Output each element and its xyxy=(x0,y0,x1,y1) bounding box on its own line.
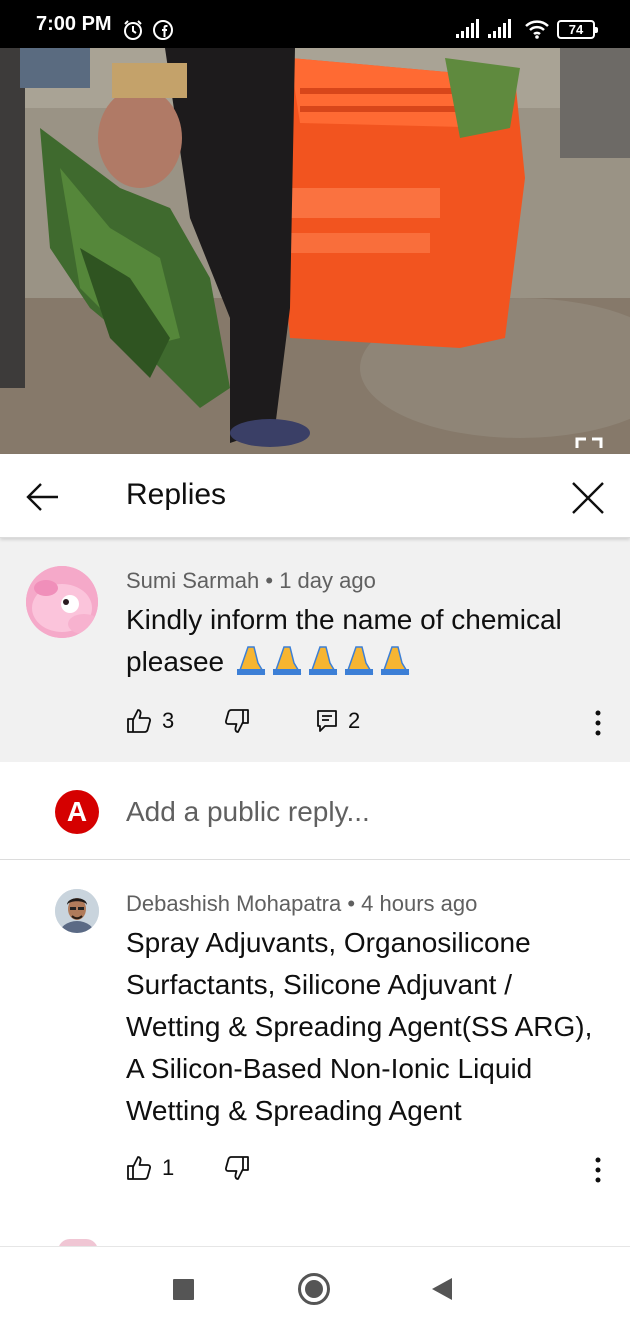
dislike-button[interactable] xyxy=(224,708,250,734)
battery-icon: 74 xyxy=(557,20,598,39)
pray-emoji-row xyxy=(234,643,412,687)
fullscreen-icon[interactable] xyxy=(574,436,604,454)
reply-count-button[interactable]: 2 xyxy=(316,708,360,734)
arrow-left-icon[interactable] xyxy=(24,478,62,516)
system-nav-bar xyxy=(0,1246,630,1330)
like-count: 3 xyxy=(162,708,175,733)
more-vert-icon[interactable] xyxy=(588,1155,608,1185)
comment-text: Spray Adjuvants, Organosilicone Surfacta… xyxy=(126,927,593,1126)
comment-icon xyxy=(317,710,337,732)
video-frame xyxy=(0,48,630,454)
wifi-icon xyxy=(525,20,549,39)
home-icon[interactable] xyxy=(298,1273,330,1305)
reply-input[interactable]: Add a public reply... xyxy=(126,796,370,828)
video-player[interactable] xyxy=(0,48,630,454)
like-button[interactable]: 3 xyxy=(126,708,174,734)
avatar-image xyxy=(26,566,98,638)
like-button[interactable]: 1 xyxy=(126,1155,174,1181)
alarm-icon xyxy=(124,20,142,40)
comment-author-meta[interactable]: Sumi Sarmah • 1 day ago xyxy=(126,568,376,594)
more-vert-icon[interactable] xyxy=(588,708,608,738)
comment-actions: 1 xyxy=(126,1155,616,1185)
comment-actions: 3 2 xyxy=(126,708,616,738)
signal-icon xyxy=(488,19,511,38)
thumbs-down-icon xyxy=(224,1156,249,1180)
facebook-icon xyxy=(153,20,173,40)
thumbs-up-icon xyxy=(127,1156,152,1180)
user-avatar[interactable]: A xyxy=(55,790,99,834)
status-bar: 7:00 PM 74 xyxy=(0,0,630,48)
thumbs-down-icon xyxy=(224,709,249,733)
folded-hands-icon xyxy=(236,646,410,675)
recents-icon[interactable] xyxy=(173,1279,194,1300)
reply-count: 2 xyxy=(348,708,361,733)
thumbs-up-icon xyxy=(127,709,152,733)
back-triangle-icon[interactable] xyxy=(432,1278,452,1300)
close-icon[interactable] xyxy=(568,478,608,518)
comment-text: Kindly inform the name of chemical pleas… xyxy=(126,599,606,687)
reply-item: Debashish Mohapatra • 4 hours ago Spray … xyxy=(0,861,630,1245)
dislike-button[interactable] xyxy=(224,1155,250,1181)
replies-header: Replies xyxy=(0,454,630,538)
avatar-image xyxy=(55,889,99,933)
like-count: 1 xyxy=(162,1155,175,1180)
status-time: 7:00 PM xyxy=(36,13,112,35)
avatar[interactable] xyxy=(55,889,99,933)
add-reply-row[interactable]: A Add a public reply... xyxy=(0,762,630,860)
parent-comment: Sumi Sarmah • 1 day ago Kindly inform th… xyxy=(0,538,630,762)
signal-icon xyxy=(456,19,479,38)
avatar[interactable] xyxy=(26,566,98,638)
comment-author-meta[interactable]: Debashish Mohapatra • 4 hours ago xyxy=(126,891,477,917)
page-title: Replies xyxy=(126,478,227,511)
